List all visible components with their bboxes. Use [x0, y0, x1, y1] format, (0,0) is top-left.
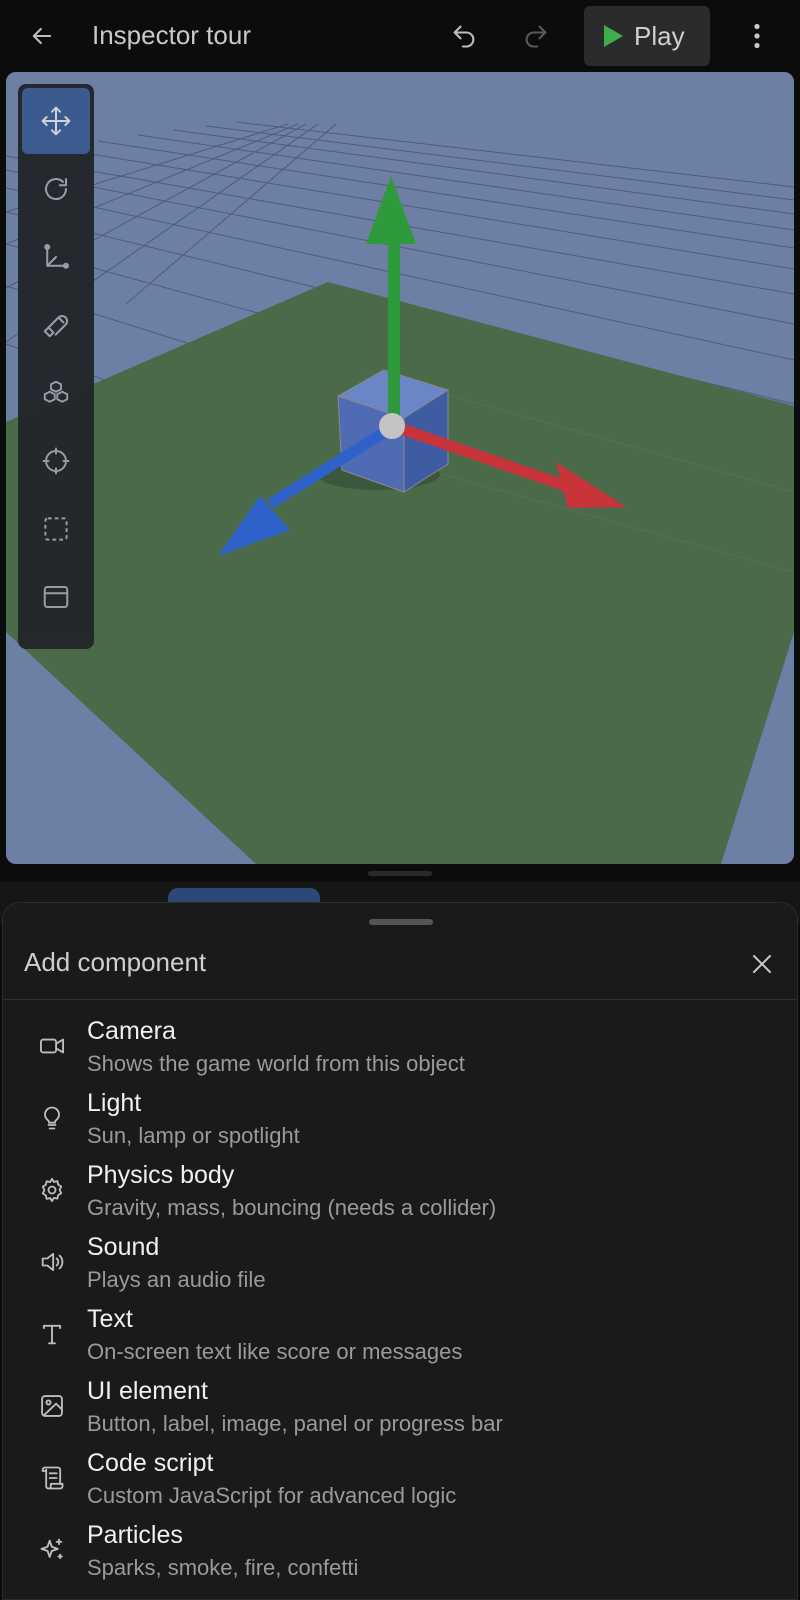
component-label: Sound — [87, 1233, 160, 1261]
play-button[interactable]: Play — [584, 6, 710, 66]
component-description: Gravity, mass, bouncing (needs a collide… — [87, 1195, 497, 1220]
component-description: Button, label, image, panel or progress … — [87, 1411, 503, 1436]
camera-icon — [37, 1031, 67, 1061]
undo-button[interactable] — [440, 16, 488, 56]
add-object-icon — [43, 380, 69, 403]
more-options-button[interactable] — [737, 16, 777, 56]
tool-move[interactable] — [22, 88, 90, 154]
component-item-physics-body[interactable]: Physics body Gravity, mass, bouncing (ne… — [23, 1159, 783, 1227]
script-icon — [37, 1463, 67, 1493]
play-label: Play — [634, 20, 685, 51]
add-component-sheet: Add component Camera Shows the game worl… — [2, 902, 798, 1600]
component-item-ui-element[interactable]: UI element Button, label, image, panel o… — [23, 1375, 783, 1443]
sheet-title: Add component — [24, 947, 207, 977]
rotate-icon — [45, 178, 67, 201]
undo-icon — [453, 25, 475, 48]
component-item-camera[interactable]: Camera Shows the game world from this ob… — [23, 1015, 783, 1083]
component-label: Physics body — [87, 1161, 235, 1189]
play-icon — [604, 25, 623, 47]
component-item-text[interactable]: Text On-screen text like score or messag… — [23, 1303, 783, 1371]
move-icon — [41, 106, 71, 136]
page-title: Inspector tour — [92, 20, 251, 50]
component-label: Text — [87, 1305, 133, 1333]
component-description: Sun, lamp or spotlight — [87, 1123, 300, 1148]
tool-focus[interactable] — [22, 428, 90, 494]
panel-resize-handle[interactable] — [368, 871, 432, 876]
text-icon — [37, 1319, 67, 1349]
more-vertical-icon — [754, 23, 760, 49]
lightbulb-icon — [37, 1103, 67, 1133]
component-description: Plays an audio file — [87, 1267, 266, 1292]
sparkles-icon — [37, 1535, 67, 1565]
tool-window[interactable] — [22, 564, 90, 630]
sheet-drag-handle[interactable] — [369, 919, 433, 925]
tool-snap[interactable] — [22, 292, 90, 358]
focus-target-icon — [42, 447, 70, 475]
tool-add-object[interactable] — [22, 360, 90, 426]
close-icon — [753, 955, 771, 973]
scene-viewport[interactable] — [6, 72, 794, 864]
component-description: On-screen text like score or messages — [87, 1339, 463, 1364]
component-description: Sparks, smoke, fire, confetti — [87, 1555, 359, 1580]
speaker-icon — [37, 1247, 67, 1277]
component-item-code-script[interactable]: Code script Custom JavaScript for advanc… — [23, 1447, 783, 1515]
component-item-sound[interactable]: Sound Plays an audio file — [23, 1231, 783, 1299]
window-icon — [43, 586, 69, 608]
redo-icon — [525, 25, 547, 48]
component-label: Camera — [87, 1017, 176, 1045]
back-button[interactable] — [18, 16, 66, 56]
tool-scale[interactable] — [22, 224, 90, 290]
component-label: Light — [87, 1089, 142, 1117]
component-label: UI element — [87, 1377, 208, 1405]
component-description: Custom JavaScript for advanced logic — [87, 1483, 457, 1508]
snap-magnet-icon — [43, 315, 69, 338]
component-description: Shows the game world from this object — [87, 1051, 465, 1076]
image-icon — [37, 1391, 67, 1421]
tool-select-box[interactable] — [22, 496, 90, 562]
sheet-divider — [3, 999, 797, 1000]
component-label: Particles — [87, 1521, 183, 1549]
select-box-icon — [44, 517, 68, 541]
arrow-left-icon — [32, 27, 52, 45]
gear-icon — [37, 1175, 67, 1205]
component-label: Code script — [87, 1449, 214, 1477]
tool-rail — [18, 84, 94, 649]
component-item-light[interactable]: Light Sun, lamp or spotlight — [23, 1087, 783, 1155]
scale-icon — [44, 244, 69, 269]
top-bar: Inspector tour Play — [0, 0, 800, 72]
scene-render — [6, 72, 794, 864]
tool-rotate[interactable] — [22, 156, 90, 222]
close-button[interactable] — [741, 943, 783, 985]
component-item-particles[interactable]: Particles Sparks, smoke, fire, confetti — [23, 1519, 783, 1587]
redo-button[interactable] — [512, 16, 560, 56]
